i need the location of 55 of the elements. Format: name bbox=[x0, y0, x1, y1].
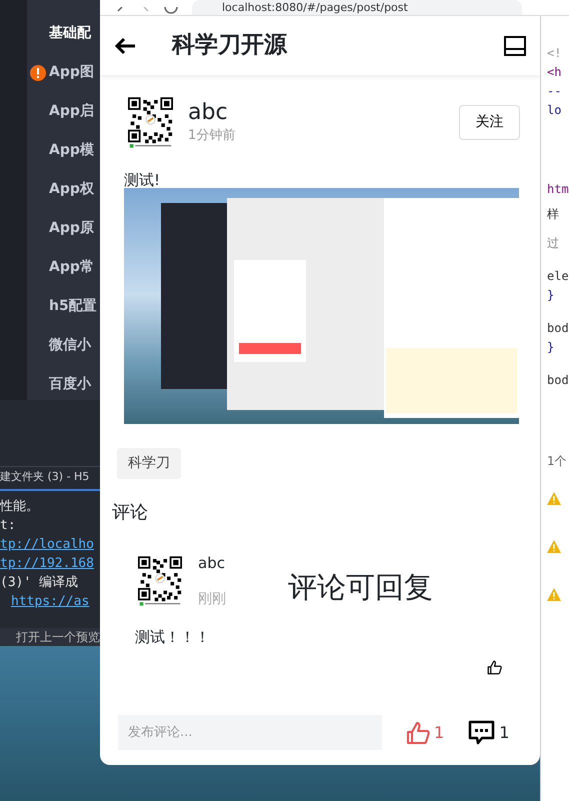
annotation-text: 评论可回复 bbox=[288, 569, 433, 606]
comment-count: 1 bbox=[499, 722, 510, 744]
code-line: } bbox=[547, 287, 556, 304]
sidebar-item[interactable]: 百度小 bbox=[27, 365, 100, 404]
terminal-link[interactable]: tp://localho bbox=[0, 534, 100, 554]
styles-tab[interactable]: 样 bbox=[547, 205, 569, 224]
layout-icon[interactable] bbox=[504, 36, 526, 56]
terminal-line: t: bbox=[0, 516, 17, 534]
comments-heading: 评论 bbox=[112, 501, 149, 525]
follow-button[interactable]: 关注 bbox=[459, 105, 520, 140]
code-line: lo bbox=[547, 102, 562, 119]
page-title: 科学刀开源 bbox=[172, 31, 288, 60]
topic-tag[interactable]: 科学刀 bbox=[117, 448, 181, 479]
terminal-link[interactable]: https://as bbox=[0, 592, 100, 610]
warning-icon bbox=[547, 588, 561, 602]
terminal-line: 性能。 bbox=[0, 498, 40, 516]
thumbs-up-icon[interactable] bbox=[406, 720, 430, 744]
sidebar-item[interactable]: App权 bbox=[27, 170, 100, 209]
css-selector: ele bbox=[547, 268, 569, 285]
message-count: 1个 bbox=[547, 453, 568, 470]
sidebar-item[interactable]: App常 bbox=[27, 248, 100, 287]
sidebar-item[interactable]: App图 bbox=[27, 53, 100, 92]
terminal-link[interactable]: tp://192.168 bbox=[0, 554, 100, 572]
sidebar-item[interactable]: App模 bbox=[27, 131, 100, 170]
sidebar-item[interactable]: App启 bbox=[27, 92, 100, 131]
post-text: 测试! bbox=[124, 172, 162, 188]
terminal-line: (3)' 编译成 bbox=[0, 574, 80, 592]
comment-bubble-icon[interactable] bbox=[468, 720, 496, 745]
status-text[interactable]: 打开上一个预览 bbox=[0, 628, 100, 646]
breadcrumb[interactable]: htm bbox=[547, 180, 569, 199]
qr-code-icon bbox=[138, 556, 182, 606]
css-selector: bod bbox=[547, 372, 569, 389]
sidebar-item[interactable]: 基础配 bbox=[27, 14, 100, 53]
code-line: <h bbox=[547, 64, 562, 81]
comment-time: 刚刚 bbox=[198, 590, 226, 608]
code-line: <! bbox=[547, 45, 562, 62]
comment-text: 测试！！！ bbox=[135, 626, 211, 648]
sidebar-item[interactable]: 微信小 bbox=[27, 326, 100, 365]
code-line: -- bbox=[547, 83, 562, 100]
css-selector: bod bbox=[547, 320, 569, 337]
comment-input[interactable]: 发布评论... bbox=[118, 715, 382, 750]
commenter-name: abc bbox=[198, 553, 226, 574]
filter-field[interactable]: 过 bbox=[547, 234, 569, 253]
code-line: } bbox=[547, 339, 556, 356]
thumbs-up-icon[interactable] bbox=[487, 660, 502, 675]
post-time: 1分钟前 bbox=[188, 126, 236, 145]
sidebar-item[interactable]: h5配置 bbox=[27, 287, 100, 326]
back-arrow-icon[interactable] bbox=[114, 36, 136, 54]
warning-icon bbox=[547, 540, 561, 554]
address-bar[interactable]: localhost:8080/#/pages/post/post bbox=[192, 0, 522, 15]
like-count: 1 bbox=[434, 722, 444, 744]
qr-code-icon bbox=[128, 97, 173, 148]
sidebar-item[interactable]: App原 bbox=[27, 209, 100, 248]
warning-icon bbox=[547, 492, 561, 506]
author-name: abc bbox=[188, 100, 229, 126]
